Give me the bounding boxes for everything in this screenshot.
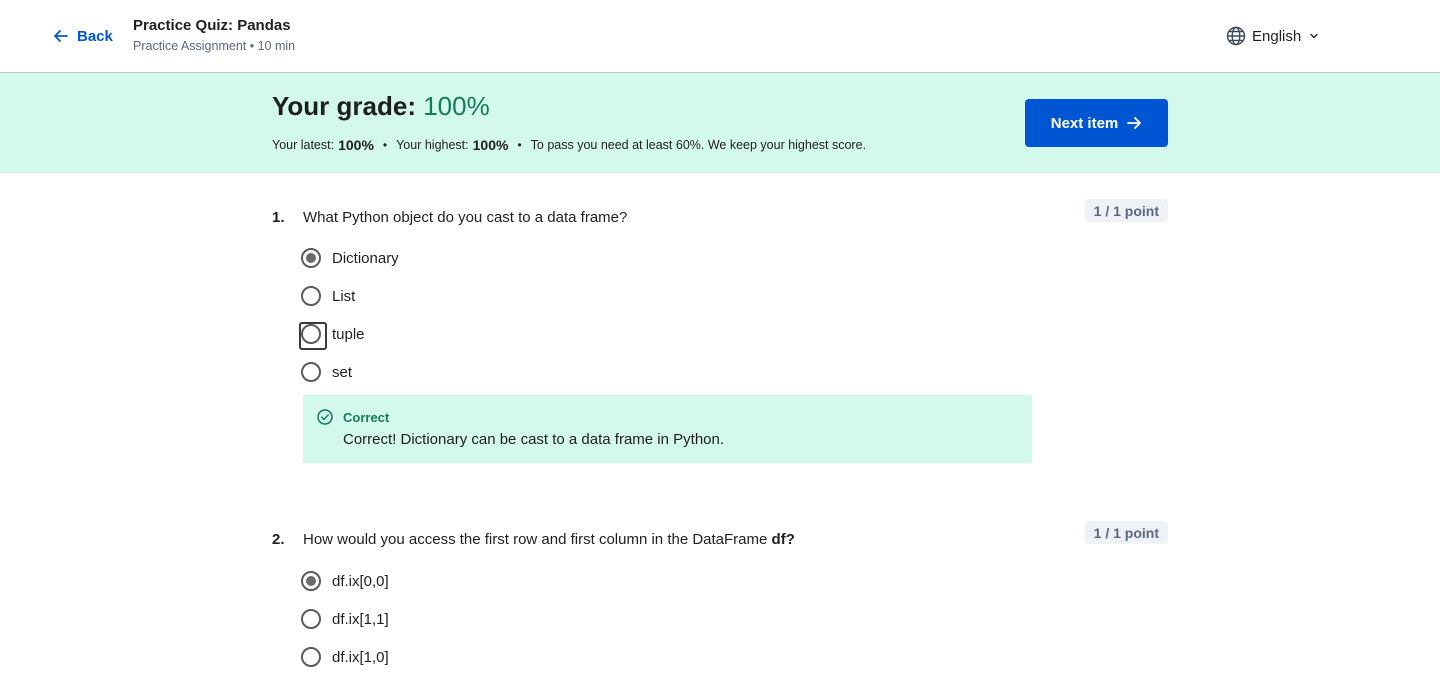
page-title: Practice Quiz: Pandas bbox=[133, 17, 291, 34]
option-set[interactable]: set bbox=[301, 360, 352, 384]
option-label: List bbox=[332, 287, 356, 305]
option-df-ix-1-0[interactable]: df.ix[1,0] bbox=[301, 645, 389, 669]
back-label: Back bbox=[77, 27, 113, 45]
option-df-ix-0-0[interactable]: df.ix[0,0] bbox=[301, 569, 389, 593]
arrow-left-icon bbox=[54, 30, 68, 42]
latest-value: 100% bbox=[338, 137, 374, 153]
check-circle-icon bbox=[317, 409, 333, 425]
feedback-title: Correct bbox=[343, 410, 390, 425]
page-subtitle: Practice Assignment • 10 min bbox=[133, 39, 296, 53]
radio-button[interactable] bbox=[301, 571, 321, 591]
radio-button[interactable] bbox=[301, 248, 321, 268]
option-label: set bbox=[332, 363, 353, 381]
radio-button[interactable] bbox=[301, 609, 321, 629]
feedback-text: Correct! Dictionary can be cast to a dat… bbox=[343, 431, 725, 448]
grade-title-prefix: Your grade: bbox=[272, 91, 424, 121]
radio-button[interactable] bbox=[301, 362, 321, 382]
feedback-box: Correct Correct! Dictionary can be cast … bbox=[303, 395, 1032, 463]
language-label: English bbox=[1252, 27, 1302, 45]
points-badge: 1 / 1 point bbox=[1084, 199, 1168, 222]
top-bar: Back Practice Quiz: Pandas Practice Assi… bbox=[0, 0, 1440, 73]
option-label: df.ix[0,0] bbox=[332, 572, 389, 590]
radio-button[interactable] bbox=[301, 647, 321, 667]
option-label: Dictionary bbox=[332, 249, 399, 267]
focus-ring bbox=[299, 322, 327, 350]
option-label: df.ix[1,0] bbox=[332, 648, 389, 666]
option-tuple[interactable]: tuple bbox=[299, 322, 365, 350]
option-list[interactable]: List bbox=[301, 284, 355, 308]
question-text: What Python object do you cast to a data… bbox=[303, 209, 628, 226]
option-label: tuple bbox=[332, 325, 365, 343]
next-item-label: Next item bbox=[1050, 114, 1119, 132]
question-number: 2. bbox=[272, 531, 285, 548]
option-label: df.ix[1,1] bbox=[332, 610, 389, 628]
question-text-prefix: How would you access the first row and f… bbox=[303, 531, 772, 548]
separator-dot: • bbox=[517, 138, 522, 152]
radio-button[interactable] bbox=[301, 286, 321, 306]
pass-requirement: To pass you need at least 60%. We keep y… bbox=[530, 138, 867, 152]
grade-value: 100% bbox=[423, 91, 490, 121]
grade-title: Your grade: 100% bbox=[272, 91, 490, 122]
question-text: How would you access the first row and f… bbox=[303, 531, 795, 548]
next-item-button[interactable]: Next item bbox=[1025, 99, 1168, 147]
language-selector[interactable]: English bbox=[1226, 25, 1319, 47]
question-number: 1. bbox=[272, 209, 285, 226]
radio-button[interactable] bbox=[299, 322, 327, 350]
highest-value: 100% bbox=[472, 137, 509, 153]
points-badge: 1 / 1 point bbox=[1084, 521, 1168, 544]
arrow-right-icon bbox=[1127, 117, 1142, 129]
chevron-down-icon bbox=[1310, 33, 1318, 39]
latest-label: Your latest: bbox=[272, 138, 335, 152]
grade-summary: Your latest: 100% • Your highest: 100% •… bbox=[272, 137, 866, 153]
separator-dot: • bbox=[382, 138, 388, 152]
back-button[interactable]: Back bbox=[53, 26, 113, 46]
option-df-ix-1-1[interactable]: df.ix[1,1] bbox=[301, 607, 389, 631]
option-dictionary[interactable]: Dictionary bbox=[301, 246, 399, 270]
question-text-bold: df? bbox=[771, 531, 795, 548]
globe-icon bbox=[1226, 26, 1246, 46]
highest-label: Your highest: bbox=[396, 138, 469, 152]
grade-banner: Your grade: 100% Your latest: 100% • You… bbox=[0, 73, 1440, 173]
